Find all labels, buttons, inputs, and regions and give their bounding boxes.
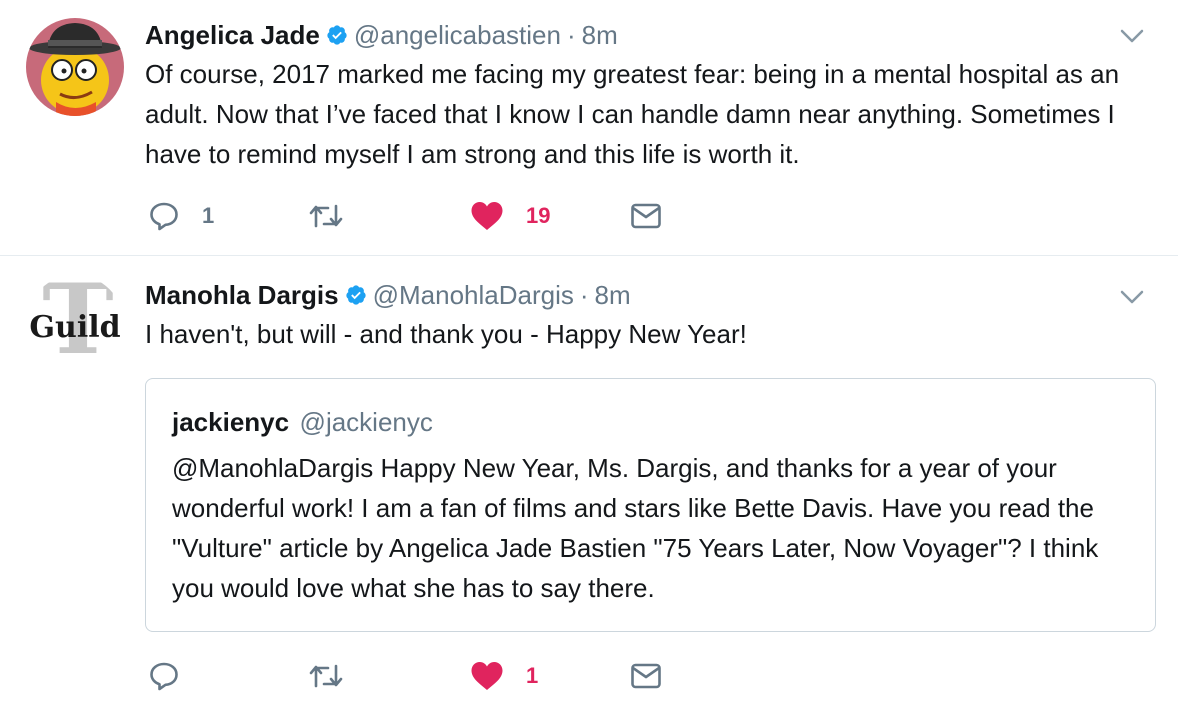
reply-button[interactable]: 1 — [148, 198, 214, 234]
avatar-logo-text: Guild — [29, 310, 120, 345]
quoted-author-name: jackienyc — [172, 407, 290, 437]
direct-message-button[interactable] — [630, 658, 662, 694]
heart-icon — [471, 662, 503, 690]
guild-logo-icon: T Guild — [26, 275, 124, 373]
quoted-author-handle: @jackienyc — [299, 407, 433, 437]
author-handle[interactable]: @angelicabastien — [354, 20, 561, 51]
tweet[interactable]: Angelica Jade @angelicabastien · 8m Of c… — [0, 0, 1178, 256]
retweet-icon — [309, 664, 343, 688]
separator-dot: · — [566, 19, 576, 50]
cartoon-character-avatar-icon — [26, 18, 124, 116]
verified-badge-icon — [327, 25, 347, 45]
tweet-text: Of course, 2017 marked me facing my grea… — [145, 59, 1120, 169]
timestamp[interactable]: 8m — [595, 280, 631, 311]
quoted-tweet-header: jackienyc @jackienyc — [172, 407, 433, 438]
avatar[interactable] — [26, 18, 124, 116]
like-button[interactable]: 1 — [470, 658, 538, 694]
timestamp[interactable]: 8m — [582, 20, 618, 51]
retweet-button[interactable] — [308, 658, 366, 694]
like-count: 19 — [526, 203, 551, 228]
chevron-down-icon[interactable] — [1118, 283, 1146, 311]
like-count: 1 — [526, 663, 539, 688]
verified-badge-icon — [345, 285, 366, 305]
avatar[interactable]: T Guild — [26, 275, 124, 373]
quoted-tweet-text: @ManohlaDargis Happy New Year, Ms. Dargi… — [172, 453, 1099, 603]
retweet-icon — [309, 204, 343, 228]
retweet-button[interactable] — [308, 198, 366, 234]
tweet[interactable]: T Guild Manohla Dargis @ManohlaDargis · … — [0, 257, 1178, 710]
reply-count: 1 — [202, 203, 215, 228]
direct-message-button[interactable] — [630, 198, 662, 234]
envelope-icon — [631, 203, 661, 229]
reply-icon — [150, 202, 178, 231]
separator-dot: · — [579, 279, 589, 310]
reply-button[interactable] — [148, 658, 202, 694]
envelope-icon — [631, 663, 661, 689]
tweet-header: Angelica Jade @angelicabastien · 8m — [145, 18, 618, 52]
heart-icon — [471, 202, 503, 230]
quoted-tweet[interactable]: jackienyc @jackienyc @ManohlaDargis Happ… — [145, 378, 1156, 632]
author-name[interactable]: Angelica Jade — [145, 20, 320, 51]
reply-icon — [150, 662, 178, 691]
chevron-down-icon[interactable] — [1118, 22, 1146, 50]
author-handle[interactable]: @ManohlaDargis — [373, 280, 574, 311]
like-button[interactable]: 19 — [470, 198, 550, 234]
author-name[interactable]: Manohla Dargis — [145, 280, 339, 311]
tweet-text: I haven't, but will - and thank you - Ha… — [145, 319, 747, 349]
tweet-header: Manohla Dargis @ManohlaDargis · 8m — [145, 278, 631, 312]
